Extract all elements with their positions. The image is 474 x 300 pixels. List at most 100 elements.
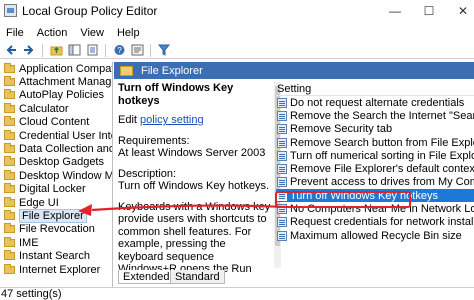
properties-icon[interactable]: [130, 43, 144, 57]
description-body: Keyboards with a Windows key provide use…: [118, 200, 271, 273]
tree-item-label: AutoPlay Policies: [19, 89, 104, 102]
close-button[interactable]: ✕: [456, 4, 470, 18]
window-title: Local Group Policy Editor: [22, 4, 158, 18]
setting-label: Remove Security tab: [290, 123, 393, 136]
policy-setting-icon: [277, 110, 287, 121]
toolbar-separator: [42, 43, 43, 57]
folder-icon: [4, 89, 15, 100]
tree-item[interactable]: Cloud Content: [0, 116, 112, 129]
policy-setting-icon: [277, 217, 287, 228]
folder-icon: [4, 143, 15, 154]
setting-column-header[interactable]: Setting: [276, 82, 474, 96]
highlight-box: [275, 191, 411, 208]
folder-icon: [4, 169, 15, 180]
tree-item-file-explorer[interactable]: File Explorer: [0, 209, 112, 223]
details-pane: File Explorer Turn off Windows Key hotke…: [114, 62, 474, 287]
maximize-button[interactable]: ☐: [422, 4, 436, 18]
policy-setting-icon: [277, 177, 287, 188]
show-hide-tree-icon[interactable]: [67, 43, 81, 57]
pane-header-title: File Explorer: [141, 64, 203, 77]
setting-row[interactable]: Turn off numerical sorting in File Explo…: [276, 149, 474, 162]
folder-icon: [4, 183, 15, 194]
filter-icon[interactable]: [157, 43, 171, 57]
tab-standard[interactable]: Standard: [170, 270, 225, 284]
tree-item-label: Credential User Interf: [19, 129, 112, 142]
tree-item[interactable]: Desktop Gadgets: [0, 156, 112, 169]
minimize-button[interactable]: —: [388, 4, 402, 18]
up-folder-icon[interactable]: [49, 43, 63, 57]
svg-text:?: ?: [117, 46, 122, 55]
tree-item-label: Application Compati: [19, 62, 113, 75]
edit-prefix: Edit: [118, 114, 141, 126]
setting-row[interactable]: Remove Security tab: [276, 123, 474, 136]
tree-item-label: Edge UI: [19, 196, 59, 209]
folder-icon: [4, 76, 15, 87]
settings-list[interactable]: Setting Do not request alternate credent…: [276, 82, 474, 278]
tree-item[interactable]: Instant Search: [0, 249, 112, 262]
policy-tree[interactable]: Application Compati Attachment Manager A…: [0, 62, 113, 287]
menu-file[interactable]: File: [6, 27, 24, 39]
tree-item-label: Desktop Gadgets: [19, 156, 104, 169]
setting-row[interactable]: Do not request alternate credentials: [276, 96, 474, 109]
toolbar-divider: [0, 58, 474, 59]
toolbar-separator: [105, 43, 106, 57]
help-icon[interactable]: ?: [112, 43, 126, 57]
setting-row[interactable]: Remove File Explorer's default context m…: [276, 162, 474, 175]
policy-setting-icon: [277, 164, 287, 175]
pane-header: File Explorer: [114, 62, 474, 79]
setting-label: Remove the Search the Internet "Search a…: [290, 109, 474, 122]
tree-item[interactable]: File Revocation: [0, 223, 112, 236]
policy-title: Turn off Windows Key hotkeys: [118, 82, 234, 107]
toolbar: ?: [0, 42, 474, 58]
menu-help[interactable]: Help: [117, 27, 140, 39]
setting-row[interactable]: Request credentials for network installa…: [276, 216, 474, 229]
edit-policy-setting-link[interactable]: policy setting: [140, 114, 204, 126]
tree-item-label: IME: [19, 236, 39, 249]
setting-row[interactable]: Remove Search button from File Explorer: [276, 136, 474, 149]
description: Description: Turn off Windows Key hotkeys…: [118, 168, 272, 193]
menu-view[interactable]: View: [80, 27, 104, 39]
folder-icon: [4, 236, 15, 247]
setting-label: Request credentials for network installa…: [290, 216, 474, 229]
back-arrow-icon[interactable]: [4, 43, 18, 57]
toolbar-separator: [150, 43, 151, 57]
policy-description-panel: Turn off Windows Key hotkeys Edit policy…: [118, 82, 272, 272]
tree-item[interactable]: AutoPlay Policies: [0, 89, 112, 102]
setting-row[interactable]: Maximum allowed Recycle Bin size: [276, 229, 474, 242]
setting-label: Do not request alternate credentials: [290, 96, 465, 109]
window-controls: — ☐ ✕: [388, 0, 470, 22]
tree-item[interactable]: Desktop Window Mai: [0, 169, 112, 182]
setting-label: Remove Search button from File Explorer: [290, 136, 474, 149]
tree-item[interactable]: Calculator: [0, 102, 112, 115]
folder-icon: [4, 209, 15, 220]
tree-item-label: Calculator: [19, 102, 69, 115]
setting-label: Prevent access to drives from My Compute…: [290, 176, 474, 189]
setting-row[interactable]: Prevent access to drives from My Compute…: [276, 176, 474, 189]
export-list-icon[interactable]: [85, 43, 99, 57]
folder-icon: [4, 196, 15, 207]
requirements-label: Requirements:: [118, 134, 190, 147]
tree-item[interactable]: Application Compati: [0, 62, 112, 75]
setting-row[interactable]: Remove the Search the Internet "Search a…: [276, 109, 474, 122]
forward-arrow-icon[interactable]: [22, 43, 36, 57]
tree-item[interactable]: Internet Explorer: [0, 263, 112, 276]
folder-icon: [4, 156, 15, 167]
tree-item[interactable]: Edge UI: [0, 196, 112, 209]
tree-item-label: Attachment Manager: [19, 76, 113, 89]
folder-icon: [4, 129, 15, 140]
policy-setting-icon: [277, 230, 287, 241]
tree-item[interactable]: IME: [0, 236, 112, 249]
tree-item[interactable]: Data Collection and P: [0, 142, 112, 155]
menu-action[interactable]: Action: [37, 27, 68, 39]
folder-icon: [4, 116, 15, 127]
policy-setting-icon: [277, 124, 287, 135]
view-tabs: Extended Standard: [114, 270, 474, 285]
tab-extended[interactable]: Extended: [118, 270, 175, 284]
tree-item-label: Desktop Window Mai: [19, 169, 113, 182]
tree-item[interactable]: Digital Locker: [0, 183, 112, 196]
tree-item-label: Instant Search: [19, 250, 90, 263]
description-label: Description:: [118, 167, 177, 180]
tree-item[interactable]: Attachment Manager: [0, 75, 112, 88]
policy-setting-icon: [277, 137, 287, 148]
tree-item[interactable]: Credential User Interf: [0, 129, 112, 142]
